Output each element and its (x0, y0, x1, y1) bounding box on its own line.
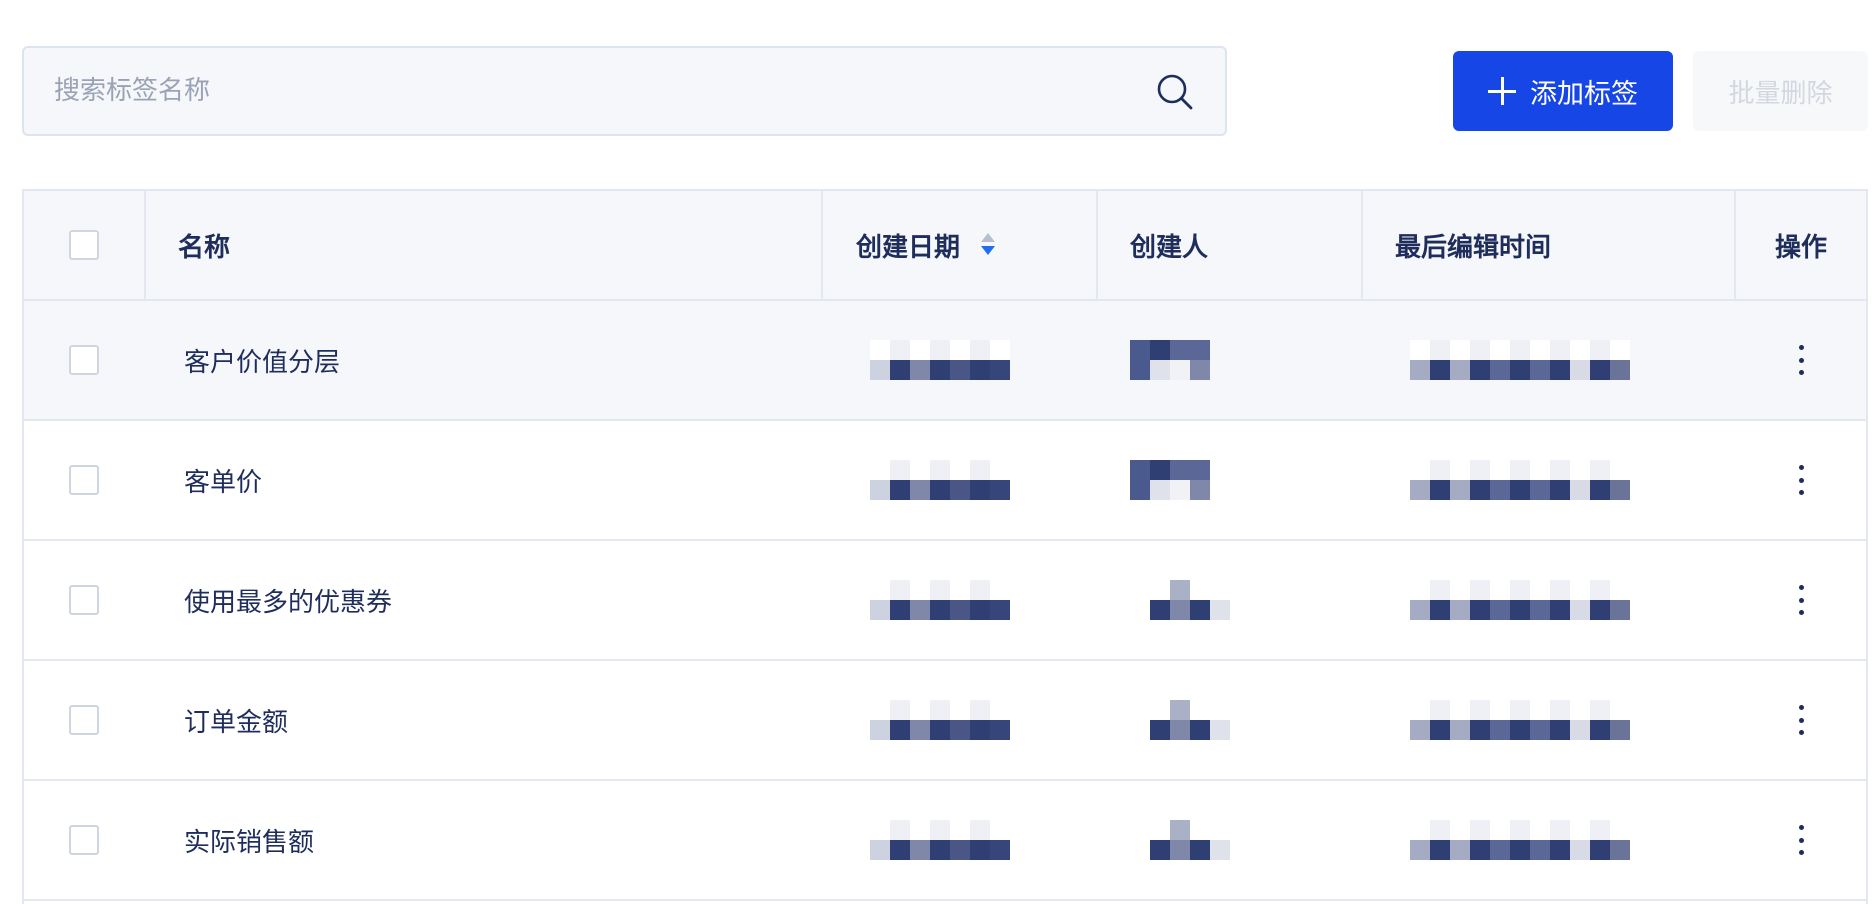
table-row[interactable]: 实际销售额 (24, 781, 1866, 901)
column-header-created-date[interactable]: 创建日期 (856, 191, 996, 299)
redacted-date (870, 340, 1010, 380)
redacted-time (1410, 820, 1630, 860)
add-tag-button[interactable]: 添加标签 (1453, 51, 1673, 131)
row-last-edited (1410, 301, 1630, 419)
table-header: 名称 创建日期 创建人 最后编辑时间 操作 (24, 191, 1866, 301)
row-checkbox-cell (24, 541, 144, 659)
row-actions-cell (1734, 421, 1866, 539)
row-created-date (870, 541, 1010, 659)
row-last-edited (1410, 781, 1630, 899)
row-name[interactable]: 客单价 (184, 421, 262, 539)
column-header-creator: 创建人 (1130, 232, 1209, 263)
row-created-date (870, 301, 1010, 419)
row-checkbox-cell (24, 301, 144, 419)
redacted-date (870, 700, 1010, 740)
column-header-actions: 操作 (1774, 232, 1827, 263)
row-checkbox-cell (24, 421, 144, 539)
redacted-date (870, 580, 1010, 620)
row-creator (1130, 301, 1210, 419)
more-icon[interactable] (1797, 345, 1805, 375)
table-row[interactable]: 客单价 (24, 421, 1866, 541)
row-checkbox[interactable] (69, 705, 99, 735)
redacted-creator (1150, 820, 1230, 860)
search-icon[interactable] (1155, 72, 1195, 112)
row-name[interactable]: 客户价值分层 (184, 301, 340, 419)
row-actions-cell (1734, 781, 1866, 899)
row-last-edited (1410, 421, 1630, 539)
table-row[interactable]: 使用最多的优惠券 (24, 541, 1866, 661)
redacted-time (1410, 460, 1630, 500)
redacted-date (870, 460, 1010, 500)
redacted-time (1410, 340, 1630, 380)
add-tag-label: 添加标签 (1530, 78, 1638, 110)
table-row[interactable]: 客户价值分层 (24, 301, 1866, 421)
row-creator (1150, 781, 1230, 899)
row-checkbox-cell (24, 661, 144, 779)
batch-delete-label: 批量删除 (1728, 78, 1833, 109)
row-checkbox-cell (24, 781, 144, 899)
tags-table: 名称 创建日期 创建人 最后编辑时间 操作 客户价值分层 客单价 使用最多的优惠券订… (22, 189, 1868, 904)
redacted-date (870, 820, 1010, 860)
row-name[interactable]: 实际销售额 (184, 781, 314, 899)
search-input[interactable] (54, 48, 1134, 134)
redacted-creator (1130, 340, 1210, 380)
row-actions-cell (1734, 541, 1866, 659)
row-actions-cell (1734, 301, 1866, 419)
redacted-creator (1150, 580, 1230, 620)
row-last-edited (1410, 661, 1630, 779)
header-checkbox-cell (24, 191, 144, 299)
more-icon[interactable] (1797, 585, 1805, 615)
row-name[interactable]: 订单金额 (184, 661, 288, 779)
column-header-last-edited: 最后编辑时间 (1395, 232, 1552, 263)
more-icon[interactable] (1797, 705, 1805, 735)
row-checkbox[interactable] (69, 345, 99, 375)
row-name[interactable]: 使用最多的优惠券 (184, 541, 392, 659)
column-header-created-date-label: 创建日期 (856, 232, 961, 263)
column-header-name: 名称 (178, 232, 231, 263)
row-last-edited (1410, 541, 1630, 659)
row-creator (1130, 421, 1210, 539)
row-checkbox[interactable] (69, 585, 99, 615)
row-creator (1150, 661, 1230, 779)
table-row[interactable]: 订单金额 (24, 661, 1866, 781)
more-icon[interactable] (1797, 825, 1805, 855)
row-created-date (870, 661, 1010, 779)
row-created-date (870, 421, 1010, 539)
search-box[interactable] (22, 46, 1227, 136)
redacted-creator (1150, 700, 1230, 740)
sort-icon[interactable] (980, 233, 996, 257)
redacted-creator (1130, 460, 1210, 500)
row-actions-cell (1734, 661, 1866, 779)
row-checkbox[interactable] (69, 825, 99, 855)
plus-icon (1488, 77, 1516, 105)
redacted-time (1410, 700, 1630, 740)
redacted-time (1410, 580, 1630, 620)
row-created-date (870, 781, 1010, 899)
batch-delete-button[interactable]: 批量删除 (1693, 51, 1868, 131)
select-all-checkbox[interactable] (69, 230, 99, 260)
row-checkbox[interactable] (69, 465, 99, 495)
row-creator (1150, 541, 1230, 659)
more-icon[interactable] (1797, 465, 1805, 495)
